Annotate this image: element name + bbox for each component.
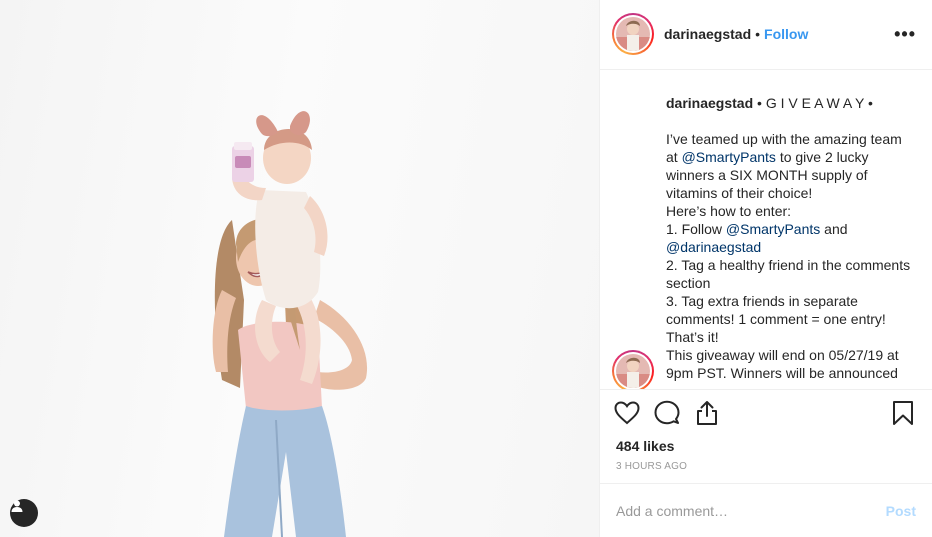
caption-username[interactable]: darinaegstad [666,95,753,111]
post-header: darinaegstad • Follow ••• [600,0,932,70]
woman-jeans [224,406,346,537]
more-options-icon[interactable]: ••• [894,25,916,43]
mention-smartypants[interactable]: @SmartyPants [682,149,776,165]
photo-illustration [212,111,368,537]
heart-icon [614,401,640,425]
user-tag-icon [11,500,23,512]
like-button[interactable] [614,400,640,426]
mention-darinaegstad[interactable]: @darinaegstad [666,239,761,255]
caption-ending: This giveaway will end on 05/27/19 at 9p… [666,346,899,381]
caption-title: • G I V E A W A Y • [757,94,873,111]
user-tag-button[interactable] [10,499,38,527]
story-ring[interactable] [612,13,654,56]
caption-step3: 3. Tag extra friends in separate comment… [666,292,886,345]
caption-text: darinaegstad • G I V E A W A Y • I’ve te… [666,94,914,382]
post-photo[interactable] [0,0,599,537]
speech-bubble-icon [654,400,680,424]
caption-and: and [820,220,848,237]
comments-section[interactable]: darinaegstad • G I V E A W A Y • I’ve te… [600,70,932,390]
likes-count[interactable]: 484 likes [600,435,932,457]
share-button[interactable] [694,400,720,426]
woman-right-arm [314,300,368,390]
header-username[interactable]: darinaegstad [664,26,751,42]
avatar [616,353,650,388]
action-bar [600,389,932,435]
post-timestamp[interactable]: 3 HOURS AGO [600,457,932,483]
caption-avatar[interactable] [612,349,654,390]
mention-smartypants-step1[interactable]: @SmartyPants [726,221,820,237]
caption: darinaegstad • G I V E A W A Y • I’ve te… [612,94,916,382]
caption-step2: 2. Tag a healthy friend in the comments … [666,256,911,291]
caption-how-to-enter: Here’s how to enter: [666,202,792,219]
instagram-post: darinaegstad • Follow ••• darinaegstad •… [0,0,932,537]
bookmark-icon [893,400,913,425]
share-icon [697,400,717,425]
follow-button[interactable]: Follow [764,26,808,42]
header-separator: • [755,26,761,43]
avatar [616,17,650,52]
comment-button[interactable] [654,400,680,426]
caption-step1: 1. Follow [666,220,726,237]
save-button[interactable] [890,400,916,426]
comment-input[interactable] [616,502,886,519]
add-comment-bar: Post [600,483,932,537]
post-side-panel: darinaegstad • Follow ••• darinaegstad •… [599,0,932,537]
post-comment-button[interactable]: Post [886,503,916,519]
